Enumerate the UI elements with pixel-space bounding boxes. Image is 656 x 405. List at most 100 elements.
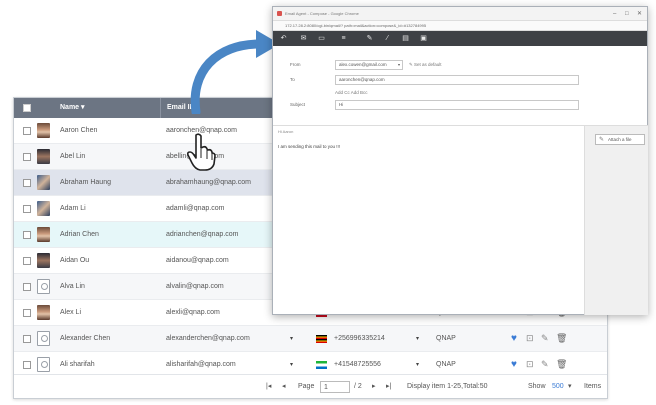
items-label: Items (584, 383, 602, 390)
next-page-button[interactable]: ▸ (372, 375, 376, 399)
contact-name[interactable]: Adam Li (60, 196, 86, 222)
more-icon[interactable]: ▣ (419, 34, 428, 43)
page-label: Page (298, 383, 315, 390)
attach-file-label: Attach a file (608, 137, 632, 142)
lock-icon[interactable]: ⊡ (526, 333, 536, 344)
display-range-text: Display item 1-25,Total:50 (407, 383, 488, 390)
to-field[interactable]: aaronchen@qnap.com (335, 75, 579, 85)
row-checkbox[interactable] (23, 231, 31, 239)
to-row: To aaronchen@qnap.com (273, 74, 647, 86)
cc-bcc-options[interactable]: Add Cc Add Bcc (335, 87, 368, 99)
body-text: I am sending this mail to you !!! (278, 144, 341, 149)
chevron-down-icon[interactable]: ▾ (416, 326, 419, 352)
contact-name[interactable]: Aaron Chen (60, 118, 97, 144)
attach-file-button[interactable]: ✎ Attach a file (595, 134, 645, 145)
window-title: Email Agent - Compose - Google Chrome (285, 11, 359, 16)
contact-name[interactable]: Aidan Ou (60, 248, 89, 274)
from-select[interactable]: alex.cowen@gmail.com ▾ (335, 60, 403, 70)
column-divider (160, 98, 161, 118)
row-checkbox[interactable] (23, 361, 31, 369)
pen-icon[interactable]: ✎ (365, 34, 374, 43)
row-checkbox[interactable] (23, 153, 31, 161)
compose-form: From alex.cowen@gmail.com ▾ ✎ Set as defa… (273, 46, 647, 126)
row-checkbox[interactable] (23, 335, 31, 343)
table-row[interactable]: Alexander Chen alexanderchen@qnap.com ▾ +25… (14, 326, 607, 352)
last-page-button[interactable]: ▸| (386, 375, 391, 399)
window-titlebar: Email Agent - Compose - Google Chrome – … (273, 7, 647, 21)
page-total: / 2 (354, 383, 362, 390)
first-page-button[interactable]: |◂ (266, 375, 271, 399)
avatar (37, 279, 50, 294)
contact-email[interactable]: alexli@qnap.com (166, 300, 220, 326)
chevron-down-icon[interactable]: ▾ (568, 375, 572, 399)
avatar (37, 253, 50, 268)
lock-icon[interactable]: ⊡ (526, 359, 536, 370)
contact-email[interactable]: abrahamhaung@qnap.com (166, 170, 251, 196)
trash-icon[interactable]: 🗑 (556, 333, 567, 344)
contact-email[interactable]: adamli@qnap.com (166, 196, 224, 222)
favorite-heart-icon[interactable]: ♥ (511, 359, 521, 370)
app-icon (277, 11, 282, 16)
send-icon[interactable]: ✉ (299, 34, 308, 43)
row-checkbox[interactable] (23, 283, 31, 291)
subject-field[interactable]: Hi (335, 100, 579, 110)
from-row: From alex.cowen@gmail.com ▾ ✎ Set as defa… (273, 59, 647, 71)
row-checkbox[interactable] (23, 257, 31, 265)
contact-email[interactable]: alvalin@qnap.com (166, 274, 224, 300)
contact-name[interactable]: Abraham Haung (60, 170, 111, 196)
contact-email[interactable]: alexanderchen@qnap.com (166, 326, 250, 352)
format-icon[interactable]: ≡ (339, 34, 348, 43)
favorite-heart-icon[interactable]: ♥ (511, 333, 521, 344)
save-icon[interactable]: ▭ (317, 34, 326, 43)
address-bar[interactable]: 172.17.28.2:8080/cgi-bin/qmail/? path=ma… (273, 21, 647, 31)
row-actions: ♥ ⊡ ✎ 🗑 (511, 359, 567, 371)
contact-name[interactable]: Alva Lin (60, 274, 85, 300)
row-checkbox[interactable] (23, 179, 31, 187)
attachment-pane: ✎ Attach a file (584, 125, 648, 315)
contact-phone[interactable]: +256996335214 (334, 326, 385, 352)
close-icon[interactable]: ✕ (637, 7, 642, 21)
avatar (37, 227, 50, 242)
message-body[interactable]: Hi Aaron I am sending this mail to you !… (273, 125, 584, 315)
contact-email[interactable]: adrianchen@qnap.com (166, 222, 239, 248)
row-checkbox[interactable] (23, 205, 31, 213)
from-value: alex.cowen@gmail.com (339, 62, 387, 67)
maximize-icon[interactable]: □ (625, 7, 629, 21)
chevron-down-icon: ▾ (397, 62, 400, 67)
paperclip-icon: ✎ (599, 137, 605, 143)
show-label: Show (528, 383, 546, 390)
contact-name[interactable]: Alex Li (60, 300, 81, 326)
trash-icon[interactable]: 🗑 (556, 359, 567, 370)
contact-name[interactable]: Abel Lin (60, 144, 85, 170)
country-flag-icon (316, 335, 327, 343)
contact-name[interactable]: Alexander Chen (60, 326, 110, 352)
prev-page-button[interactable]: ◂ (282, 375, 286, 399)
avatar (37, 149, 50, 164)
from-label: From (290, 62, 301, 67)
attach-icon[interactable]: ▤ (401, 34, 410, 43)
contact-company: QNAP (436, 335, 456, 342)
contact-email[interactable]: aidanou@qnap.com (166, 248, 229, 274)
body-greeting: Hi Aaron (278, 129, 294, 134)
link-icon[interactable]: ⁄ (383, 34, 392, 43)
chevron-down-icon[interactable]: ▾ (290, 326, 293, 352)
select-all-checkbox[interactable] (23, 104, 31, 112)
set-default-label: Set as default (414, 62, 442, 67)
back-icon[interactable]: ↶ (279, 34, 288, 43)
row-checkbox[interactable] (23, 127, 31, 135)
subject-row: Subject Hi (273, 99, 647, 111)
contact-name[interactable]: Adrian Chen (60, 222, 99, 248)
country-flag-icon (316, 361, 327, 369)
set-default-link[interactable]: ✎ Set as default (409, 59, 442, 71)
hand-cursor-icon (186, 133, 216, 171)
minimize-icon[interactable]: – (613, 7, 616, 21)
avatar (37, 201, 50, 216)
edit-icon[interactable]: ✎ (541, 333, 551, 344)
row-checkbox[interactable] (23, 309, 31, 317)
column-header-name[interactable]: Name ▾ (60, 98, 85, 118)
url-text: 172.17.28.2:8080/cgi-bin/qmail/? path=ma… (285, 23, 427, 28)
edit-icon[interactable]: ✎ (541, 359, 551, 370)
page-size-select[interactable]: 500 (552, 375, 564, 399)
to-label: To (290, 77, 295, 82)
page-number-input[interactable]: 1 (320, 381, 350, 393)
